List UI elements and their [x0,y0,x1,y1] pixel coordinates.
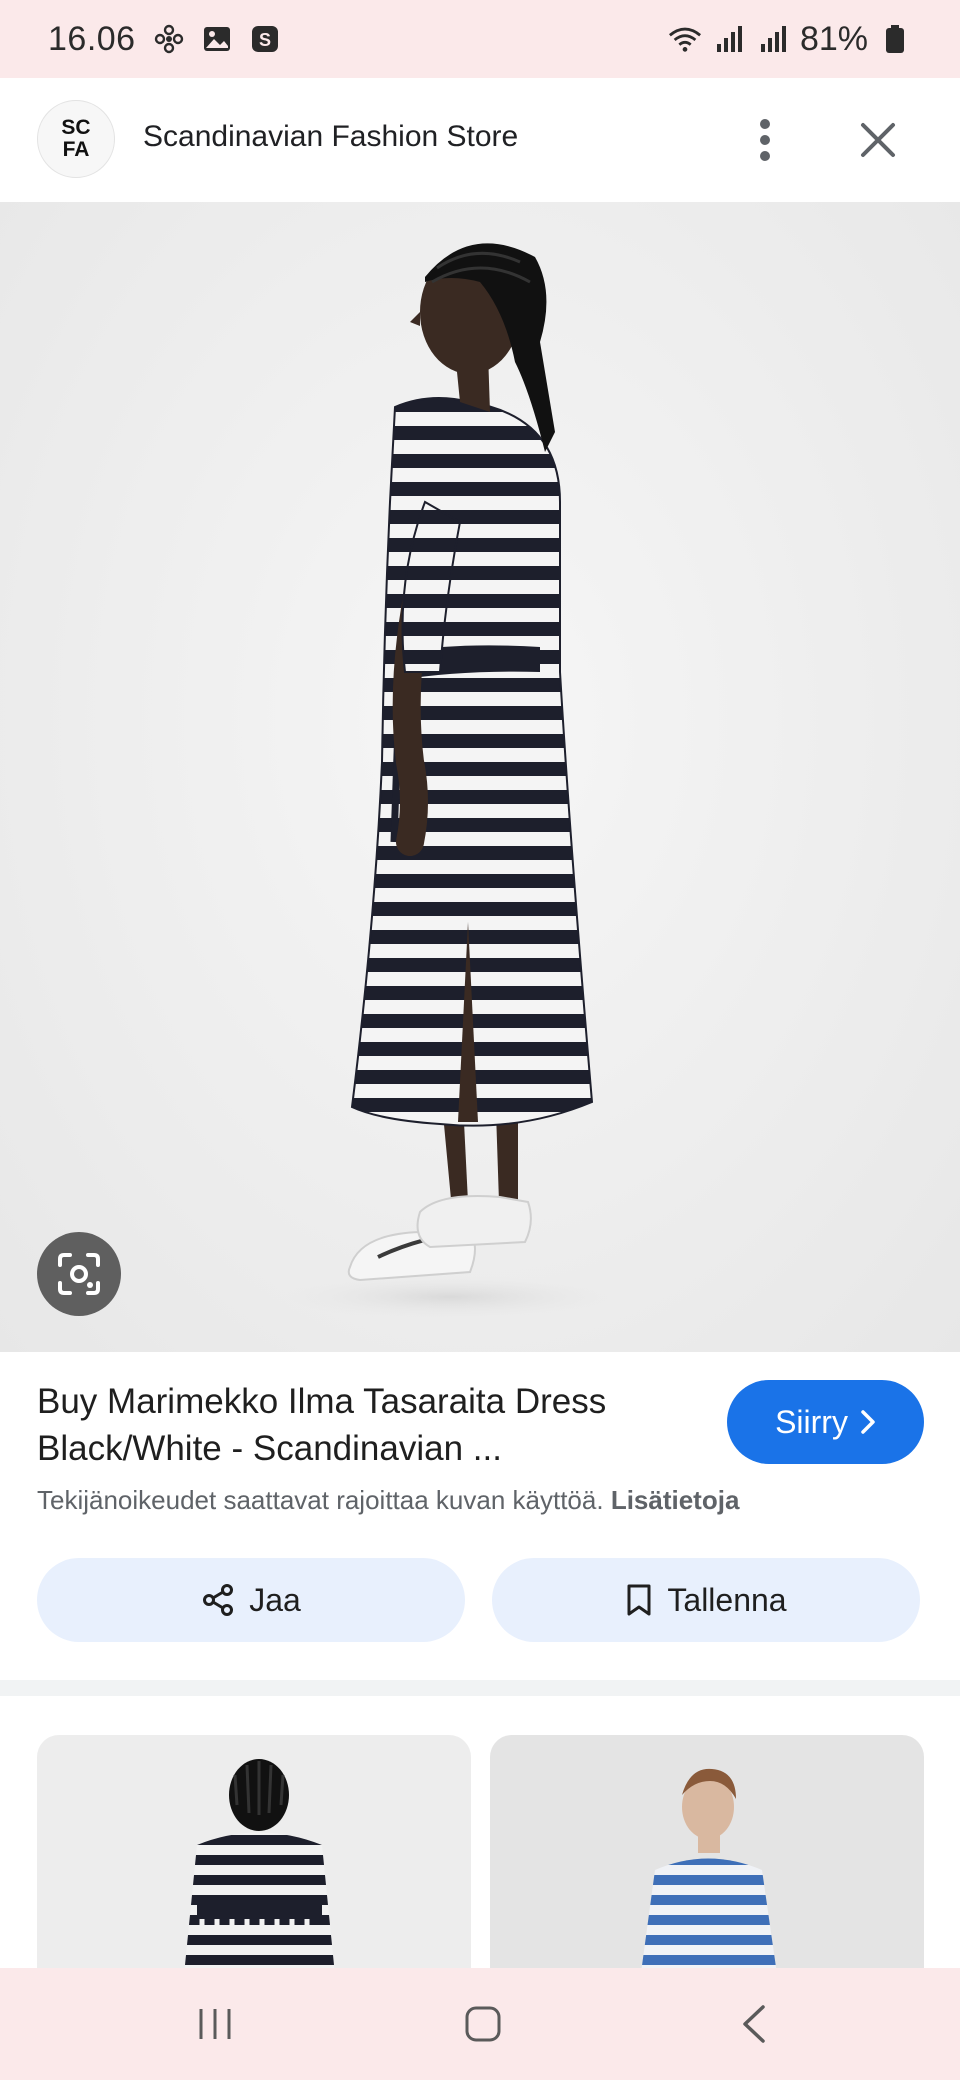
related-dress-back-image [182,1759,337,1995]
battery-icon [878,22,912,56]
section-divider [0,1680,960,1696]
logo-text-line2: FA [62,138,90,161]
related-image-thumbnail[interactable] [490,1735,924,1995]
status-system-icons: 81% [668,20,912,59]
signal-icon [756,22,790,56]
status-time: 16.06 [48,19,136,58]
viewer-header: SC FA Scandinavian Fashion Store [0,78,960,202]
bookmark-icon [627,1584,651,1616]
gallery-icon [200,22,234,56]
back-button[interactable] [714,1996,794,2052]
visit-button[interactable]: Siirry [727,1380,924,1464]
visit-button-label: Siirry [775,1403,848,1440]
lens-icon [58,1253,100,1295]
logo-text-line1: SC [61,116,91,139]
related-blue-stripe-image [638,1768,780,1995]
copyright-text: Tekijänoikeudet saattavat rajoittaa kuva… [37,1485,604,1515]
save-button[interactable]: Tallenna [492,1558,920,1642]
back-icon [743,2005,765,2043]
site-name[interactable]: Scandinavian Fashion Store [143,120,518,154]
svg-text:S: S [259,30,271,50]
save-label: Tallenna [667,1581,787,1618]
recent-apps-button[interactable] [175,1996,255,2052]
site-logo[interactable]: SC FA [37,100,115,178]
striped-dress-model-image [280,243,620,1319]
more-info-link[interactable]: Lisätietoja [611,1485,740,1515]
home-button[interactable] [443,1996,523,2052]
system-navigation-bar [0,1968,960,2080]
more-options-button[interactable] [740,110,790,170]
fan-icon [152,22,186,56]
battery-percent: 81% [799,19,868,58]
signal-icon [712,22,746,56]
related-image-thumbnail[interactable] [37,1735,471,1995]
home-icon [465,2006,501,2042]
share-icon [203,1584,234,1616]
recent-apps-icon [199,2009,231,2039]
close-icon [861,123,895,157]
wifi-icon [668,22,702,56]
status-notification-icons: S [152,22,282,56]
close-button[interactable] [850,110,906,170]
product-image[interactable] [0,202,960,1352]
google-lens-button[interactable] [37,1232,121,1316]
share-button[interactable]: Jaa [37,1558,465,1642]
status-bar: 16.06 S 81% [0,0,960,78]
chevron-right-icon [861,1410,875,1434]
copyright-notice: Tekijänoikeudet saattavat rajoittaa kuva… [37,1485,739,1516]
more-vert-icon [760,119,770,161]
s-app-icon: S [248,22,282,56]
result-title[interactable]: Buy Marimekko Ilma Tasaraita Dress Black… [37,1378,687,1472]
share-label: Jaa [249,1581,301,1618]
